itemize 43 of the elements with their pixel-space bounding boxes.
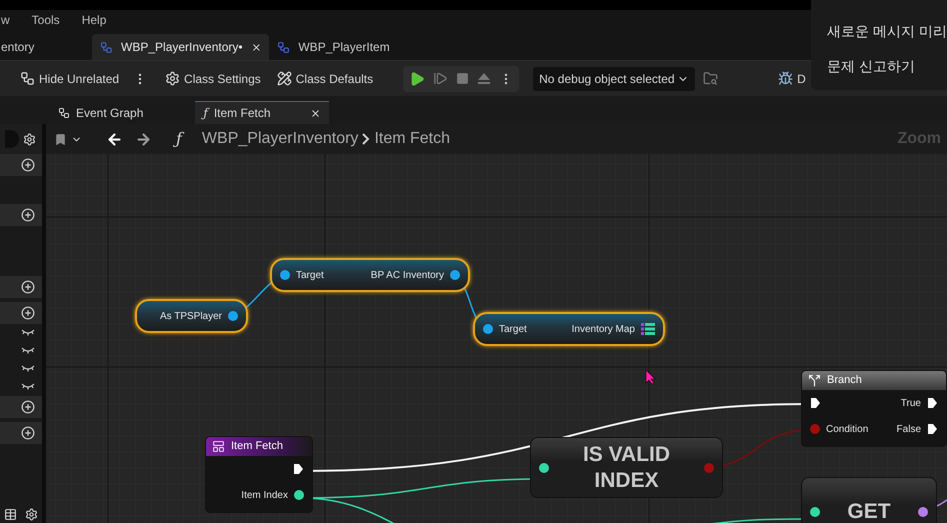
compact-node[interactable]: GET xyxy=(801,477,937,523)
document-tab[interactable]: entory xyxy=(0,34,92,60)
variable-node[interactable]: Target Inventory Map xyxy=(473,312,665,346)
pin-label: False xyxy=(896,422,921,436)
menu-item[interactable]: 문제 신고하기 xyxy=(827,56,947,77)
graph-tab[interactable]: ƒ Item Fetch xyxy=(195,101,330,124)
variable-node[interactable]: As TPSPlayer xyxy=(135,299,248,333)
toolbar-button[interactable]: Hide Unrelated xyxy=(14,64,126,92)
function-icon: ƒ xyxy=(203,104,208,122)
pin-label: Item Index xyxy=(241,488,288,502)
node-title: IS VALID INDEX xyxy=(582,442,672,494)
tab-label: WBP_PlayerInventory• xyxy=(121,39,243,56)
pin-label: True xyxy=(900,396,921,410)
document-tab[interactable]: WBP_PlayerInventory• xyxy=(92,34,270,60)
tab-label: Item Fetch xyxy=(214,105,271,122)
debug-button[interactable]: D xyxy=(778,70,806,88)
menu-item[interactable]: Tools xyxy=(32,11,60,29)
document-tab[interactable]: WBP_PlayerItem xyxy=(269,34,398,60)
branch-node[interactable]: Branch True Condition False xyxy=(801,370,947,447)
tab-label: entory xyxy=(1,39,34,56)
pin-label: Target xyxy=(296,268,324,282)
breadcrumb-current: Item Fetch xyxy=(374,129,450,149)
pin-label: Condition xyxy=(826,422,868,436)
tab-label: Event Graph xyxy=(76,104,144,122)
pin-label: As TPSPlayer xyxy=(160,310,222,324)
toolbar-button[interactable]: Class Settings xyxy=(159,64,267,92)
tab-label: WBP_PlayerItem xyxy=(298,39,390,56)
graph-tab[interactable]: Event Graph xyxy=(50,101,152,124)
function-entry-node[interactable]: Item Fetch Item Index xyxy=(205,436,313,513)
menu-item[interactable]: w xyxy=(1,11,10,29)
node-title: Item Fetch xyxy=(231,439,283,454)
toolbar-button[interactable]: Class Defaults xyxy=(270,64,380,92)
menu-item[interactable]: 새로운 메시지 미리 xyxy=(827,21,947,42)
node-title: Branch xyxy=(827,373,862,388)
breadcrumb-link[interactable]: WBP_PlayerInventory xyxy=(202,127,358,151)
variable-node[interactable]: Target BP AC Inventory xyxy=(270,258,470,292)
compact-node[interactable]: IS VALID INDEX xyxy=(530,437,723,498)
pin-label: BP AC Inventory xyxy=(370,268,444,282)
debug-dropdown[interactable]: No debug object selected xyxy=(533,66,696,90)
pin-label: Target xyxy=(499,322,527,336)
node-title: GET xyxy=(846,499,892,523)
pin-label: Inventory Map xyxy=(572,322,635,336)
menu-item[interactable]: Help xyxy=(82,11,106,29)
